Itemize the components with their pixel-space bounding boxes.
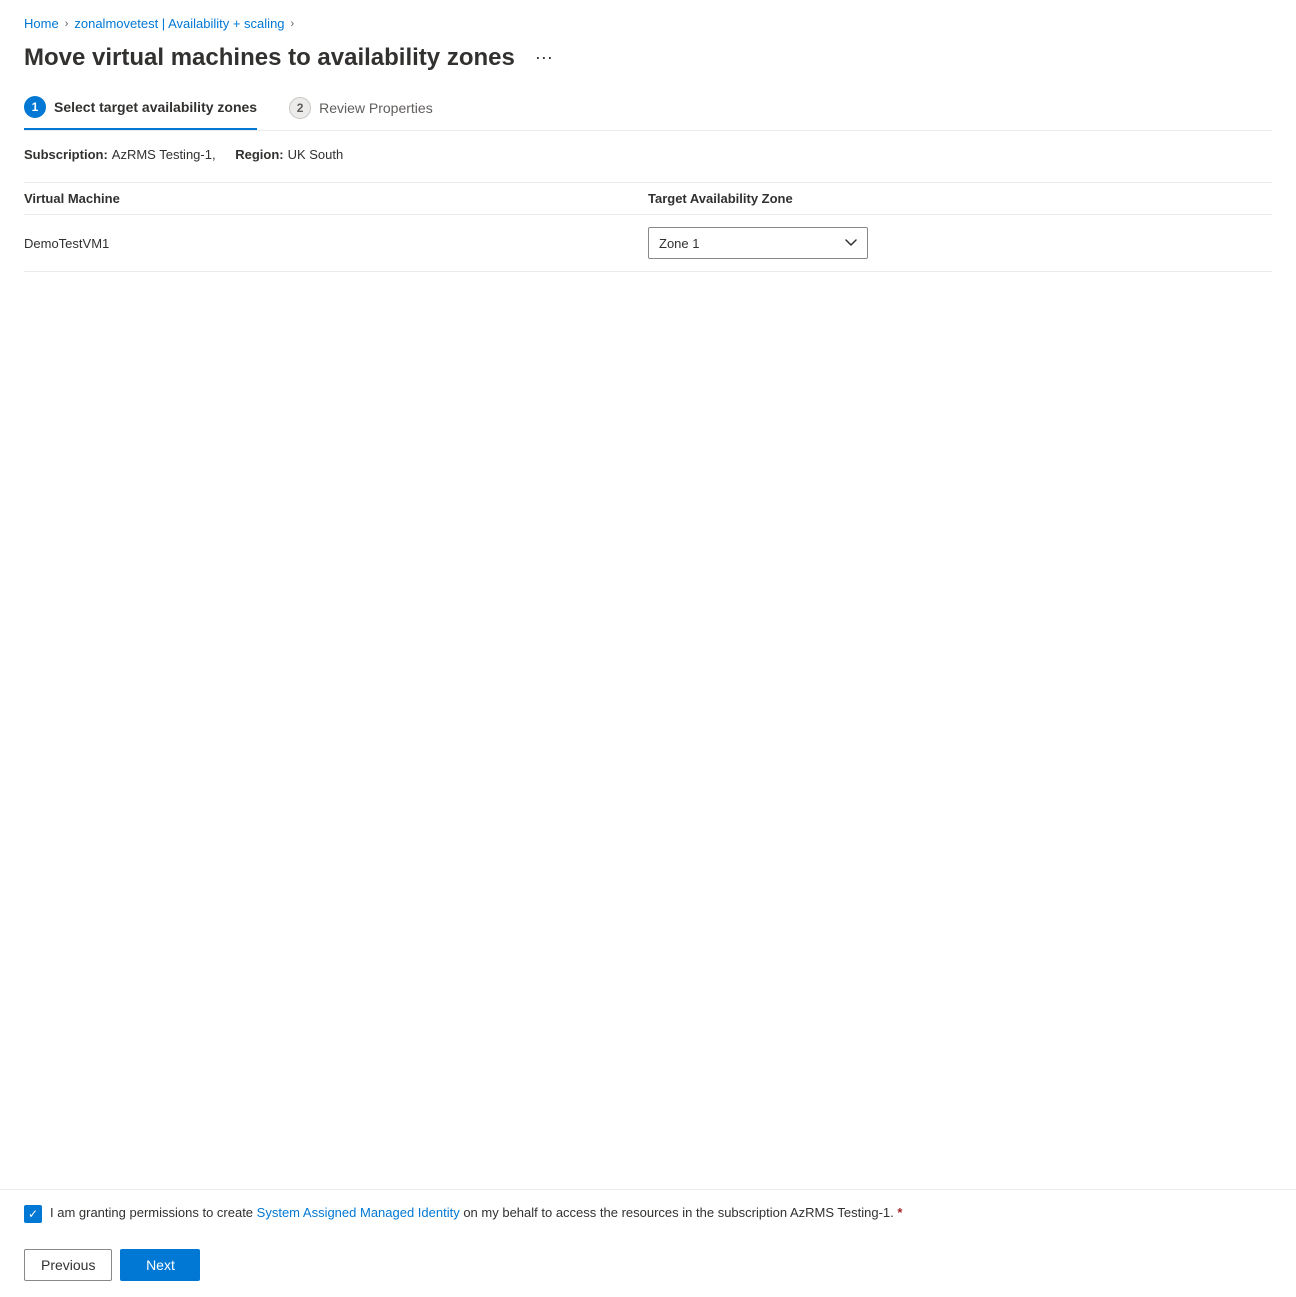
footer: ✓ I am granting permissions to create Sy… — [0, 1189, 1296, 1297]
info-separator — [224, 147, 228, 162]
breadcrumb-resource[interactable]: zonalmovetest | Availability + scaling — [74, 16, 284, 31]
checkbox-checkmark: ✓ — [28, 1208, 38, 1220]
page-title-row: Move virtual machines to availability zo… — [24, 43, 1272, 72]
next-button[interactable]: Next — [120, 1249, 200, 1281]
step-2-number: 2 — [297, 101, 304, 115]
subscription-info-row: Subscription: AzRMS Testing-1, Region: U… — [24, 147, 1272, 162]
consent-text-after: on my behalf to access the resources in … — [460, 1205, 894, 1220]
consent-row: ✓ I am granting permissions to create Sy… — [0, 1190, 1296, 1237]
content-spacer — [24, 292, 1272, 1173]
step-1-label: Select target availability zones — [54, 99, 257, 115]
vm-table: Virtual Machine Target Availability Zone… — [24, 182, 1272, 272]
consent-identity-link[interactable]: System Assigned Managed Identity — [257, 1205, 460, 1220]
breadcrumb-separator-1: › — [65, 18, 69, 30]
consent-text: I am granting permissions to create Syst… — [50, 1204, 902, 1222]
page-title: Move virtual machines to availability zo… — [24, 44, 515, 72]
breadcrumb-separator-2: › — [291, 18, 295, 30]
table-row: DemoTestVM1 Zone 1 Zone 2 Zone 3 — [24, 215, 1272, 272]
zone-select-cell: Zone 1 Zone 2 Zone 3 — [648, 215, 1272, 272]
region-label: Region: — [235, 147, 283, 162]
step-2-label: Review Properties — [319, 100, 433, 116]
previous-button[interactable]: Previous — [24, 1249, 112, 1281]
subscription-label: Subscription: — [24, 147, 108, 162]
column-header-vm: Virtual Machine — [24, 183, 648, 215]
vm-name-cell: DemoTestVM1 — [24, 215, 648, 272]
step-1-number: 1 — [32, 100, 39, 114]
step-1-circle: 1 — [24, 96, 46, 118]
action-buttons-row: Previous Next — [0, 1237, 1296, 1297]
consent-required-marker: * — [897, 1205, 902, 1220]
region-value: UK South — [288, 147, 344, 162]
column-header-zone: Target Availability Zone — [648, 183, 1272, 215]
breadcrumb-home[interactable]: Home — [24, 16, 59, 31]
zone-dropdown[interactable]: Zone 1 Zone 2 Zone 3 — [648, 227, 868, 259]
consent-text-before: I am granting permissions to create — [50, 1205, 257, 1220]
table-header-row: Virtual Machine Target Availability Zone — [24, 183, 1272, 215]
step-1[interactable]: 1 Select target availability zones — [24, 96, 257, 130]
steps-container: 1 Select target availability zones 2 Rev… — [24, 96, 1272, 131]
subscription-value: AzRMS Testing-1, — [112, 147, 216, 162]
breadcrumb: Home › zonalmovetest | Availability + sc… — [24, 16, 1272, 31]
more-options-button[interactable]: ··· — [527, 43, 561, 72]
consent-checkbox[interactable]: ✓ — [24, 1205, 42, 1223]
step-2-circle: 2 — [289, 97, 311, 119]
step-2[interactable]: 2 Review Properties — [289, 97, 433, 129]
